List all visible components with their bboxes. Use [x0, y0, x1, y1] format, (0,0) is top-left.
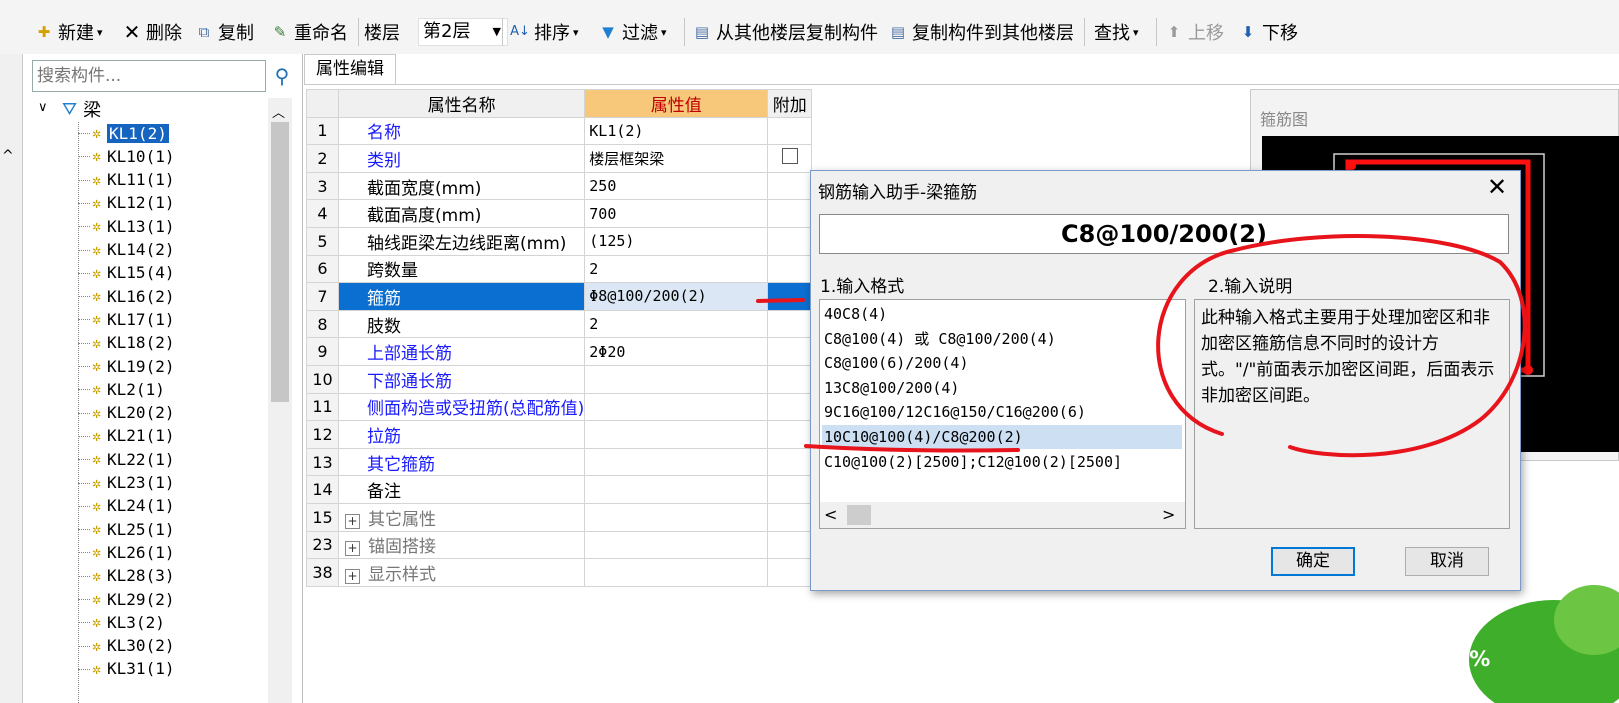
leaf-badge-icon	[1469, 585, 1619, 703]
progress-percent: 76%	[1440, 647, 1491, 671]
annotation-overlay-dialog	[804, 234, 1527, 458]
